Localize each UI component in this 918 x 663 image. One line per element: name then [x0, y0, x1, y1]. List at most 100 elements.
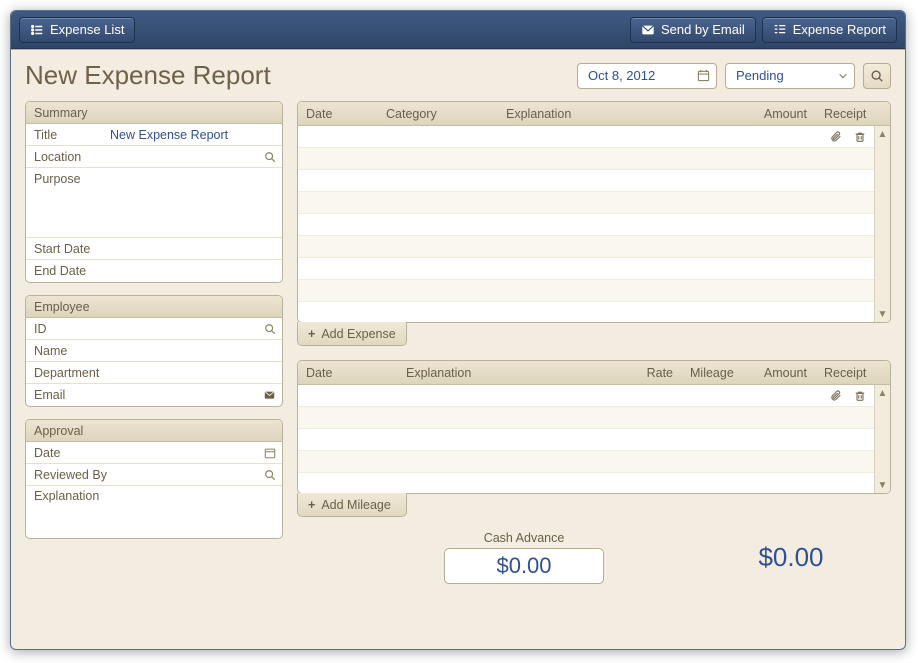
summary-location-input[interactable] — [108, 149, 264, 165]
employee-name-input[interactable] — [108, 343, 276, 359]
col-category[interactable]: Category — [378, 102, 498, 125]
col-rate[interactable]: Rate — [627, 361, 682, 384]
search-button[interactable] — [863, 63, 891, 89]
col-date[interactable]: Date — [298, 361, 398, 384]
mileage-rows[interactable] — [298, 385, 874, 493]
table-row[interactable] — [298, 280, 874, 302]
col-explanation[interactable]: Explanation — [498, 102, 746, 125]
approval-explanation-input[interactable] — [108, 489, 276, 505]
list-icon — [30, 23, 44, 37]
col-receipt[interactable]: Receipt — [816, 361, 874, 384]
add-mileage-label: Add Mileage — [321, 498, 391, 512]
employee-panel: Employee ID Name — [25, 295, 283, 407]
add-expense-button[interactable]: + Add Expense — [297, 322, 407, 346]
search-icon[interactable] — [264, 323, 276, 335]
approval-reviewedby-row: Reviewed By — [26, 464, 282, 486]
mail-icon[interactable] — [263, 390, 276, 401]
trash-icon[interactable] — [846, 385, 874, 406]
approval-date-input[interactable] — [108, 445, 264, 461]
add-expense-label: Add Expense — [321, 327, 395, 341]
summary-purpose-label: Purpose — [26, 171, 108, 186]
summary-purpose-row: Purpose — [26, 168, 282, 238]
content-area: New Expense Report Oct 8, 2012 Pending — [11, 49, 905, 649]
search-icon — [870, 69, 884, 83]
table-row[interactable] — [298, 473, 874, 493]
col-amount[interactable]: Amount — [746, 361, 816, 384]
summary-purpose-input[interactable] — [108, 171, 276, 187]
employee-dept-row: Department — [26, 362, 282, 384]
summary-title-input[interactable] — [108, 127, 276, 143]
main-columns: Summary Title Location — [25, 101, 891, 635]
expense-report-button[interactable]: Expense Report — [762, 17, 897, 43]
expense-scrollbar[interactable]: ▲ ▼ — [874, 126, 890, 322]
table-row[interactable] — [298, 214, 874, 236]
approval-reviewedby-input[interactable] — [108, 467, 264, 483]
col-mileage[interactable]: Mileage — [682, 361, 746, 384]
table-row[interactable] — [298, 429, 874, 451]
table-row[interactable] — [298, 385, 874, 407]
scroll-down-icon[interactable]: ▼ — [875, 306, 890, 322]
summary-enddate-row: End Date — [26, 260, 282, 282]
left-column: Summary Title Location — [25, 101, 283, 635]
summary-enddate-input[interactable] — [108, 263, 276, 279]
table-row[interactable] — [298, 170, 874, 192]
approval-explanation-row: Explanation — [26, 486, 282, 538]
col-explanation[interactable]: Explanation — [398, 361, 627, 384]
col-amount[interactable]: Amount — [746, 102, 816, 125]
cash-advance-label: Cash Advance — [484, 531, 565, 545]
summary-panel-title: Summary — [26, 102, 282, 124]
page-title: New Expense Report — [25, 60, 569, 91]
titlebar: Expense List Send by Email Expense Repor… — [11, 11, 905, 49]
table-row[interactable] — [298, 451, 874, 473]
status-value: Pending — [736, 68, 784, 83]
cash-advance-input[interactable] — [444, 548, 604, 584]
plus-icon: + — [308, 498, 315, 512]
table-row[interactable] — [298, 258, 874, 280]
employee-dept-input[interactable] — [108, 365, 276, 381]
table-row[interactable] — [298, 148, 874, 170]
attach-icon[interactable] — [826, 385, 846, 406]
add-mileage-button[interactable]: + Add Mileage — [297, 493, 407, 517]
mail-icon — [641, 23, 655, 37]
header-row: New Expense Report Oct 8, 2012 Pending — [25, 60, 891, 91]
scroll-down-icon[interactable]: ▼ — [875, 477, 890, 493]
trash-icon[interactable] — [846, 126, 874, 147]
status-dropdown[interactable]: Pending — [725, 63, 855, 89]
summary-panel: Summary Title Location — [25, 101, 283, 283]
col-date[interactable]: Date — [298, 102, 378, 125]
plus-icon: + — [308, 327, 315, 341]
cash-advance-area: Cash Advance — [357, 531, 691, 584]
employee-name-label: Name — [26, 344, 108, 358]
expense-list-button[interactable]: Expense List — [19, 17, 135, 43]
table-row[interactable] — [298, 192, 874, 214]
col-receipt[interactable]: Receipt — [816, 102, 874, 125]
summary-title-row: Title — [26, 124, 282, 146]
employee-id-input[interactable] — [108, 321, 264, 337]
employee-id-row: ID — [26, 318, 282, 340]
report-date-picker[interactable]: Oct 8, 2012 — [577, 63, 717, 89]
approval-panel: Approval Date Reviewed By — [25, 419, 283, 539]
scroll-up-icon[interactable]: ▲ — [875, 385, 890, 401]
employee-id-label: ID — [26, 322, 108, 336]
mileage-scrollbar[interactable]: ▲ ▼ — [874, 385, 890, 493]
expense-grid: Date Category Explanation Amount Receipt — [297, 101, 891, 323]
summary-location-row: Location — [26, 146, 282, 168]
table-row[interactable] — [298, 407, 874, 429]
table-row[interactable] — [298, 126, 874, 148]
scroll-up-icon[interactable]: ▲ — [875, 126, 890, 142]
send-email-button[interactable]: Send by Email — [630, 17, 756, 43]
search-icon[interactable] — [264, 151, 276, 163]
table-row[interactable] — [298, 236, 874, 258]
summary-title-label: Title — [26, 128, 108, 142]
employee-dept-label: Department — [26, 366, 108, 380]
employee-email-input[interactable] — [108, 387, 263, 403]
search-icon[interactable] — [264, 469, 276, 481]
summary-startdate-input[interactable] — [108, 241, 276, 257]
employee-name-row: Name — [26, 340, 282, 362]
summary-enddate-label: End Date — [26, 264, 108, 278]
calendar-icon[interactable] — [264, 447, 276, 459]
table-row[interactable] — [298, 302, 874, 322]
attach-icon[interactable] — [826, 126, 846, 147]
expense-rows[interactable] — [298, 126, 874, 322]
totals-row: Cash Advance $0.00 — [297, 527, 891, 584]
